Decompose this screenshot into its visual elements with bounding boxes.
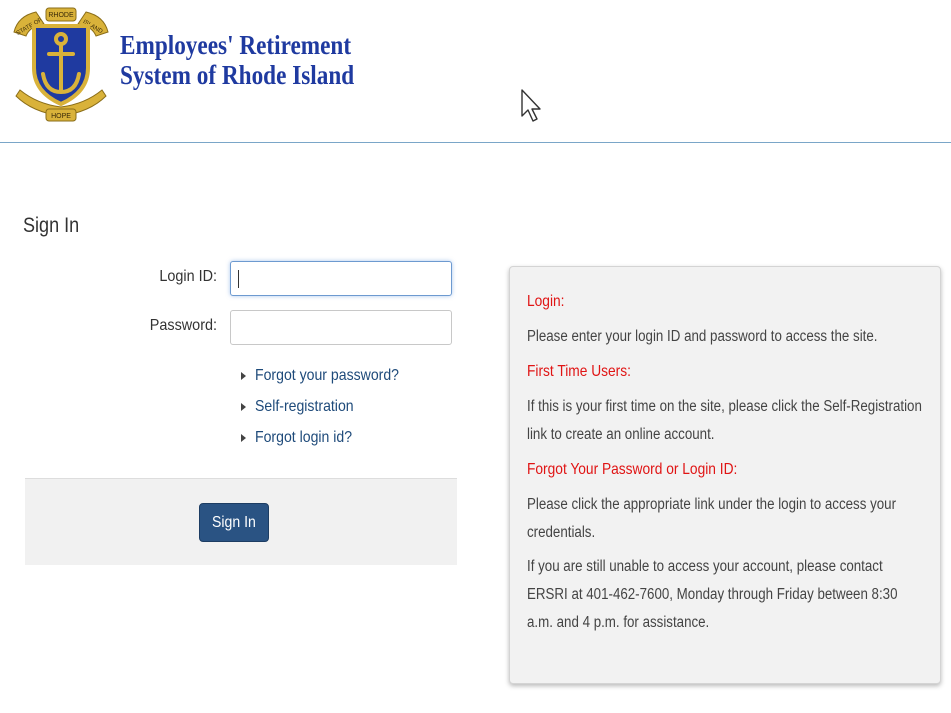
signin-heading: Sign In — [23, 214, 80, 237]
text-caret — [238, 270, 239, 288]
svg-text:RHODE: RHODE — [48, 12, 74, 19]
password-label: Password: — [149, 317, 217, 334]
self-registration-link[interactable]: Self-registration — [255, 398, 354, 416]
first-time-users-heading: First Time Users: — [527, 363, 631, 380]
forgot-credentials-heading: Forgot Your Password or Login ID: — [527, 461, 738, 478]
ersri-seal-logo: RHODE STATE OF ISLAND HOPE — [13, 7, 109, 122]
triangle-right-icon — [241, 433, 246, 442]
first-time-users-text: If this is your first time on the site, … — [527, 398, 922, 443]
self-registration-row: Self-registration — [241, 391, 419, 422]
triangle-right-icon — [241, 371, 246, 380]
login-help-heading: Login: — [527, 293, 565, 310]
signin-links: Forgot your password? Self-registration … — [241, 360, 419, 453]
forgot-credentials-text: Please click the appropriate link under … — [527, 496, 897, 541]
org-title-line-1: Employees' Retirement — [120, 30, 352, 60]
svg-text:HOPE: HOPE — [51, 113, 71, 120]
contact-text: If you are still unable to access your a… — [527, 558, 898, 631]
triangle-right-icon — [241, 402, 246, 411]
mouse-pointer-icon — [521, 89, 541, 122]
forgot-login-id-row: Forgot login id? — [241, 422, 419, 453]
org-title: Employees' Retirement System of Rhode Is… — [120, 30, 354, 90]
login-help-text: Please enter your login ID and password … — [527, 328, 878, 345]
signin-button-label: Sign In — [212, 513, 256, 531]
help-info-content: Login: Please enter your login ID and pa… — [527, 291, 923, 637]
forgot-password-link[interactable]: Forgot your password? — [255, 367, 399, 385]
help-info-box: Login: Please enter your login ID and pa… — [509, 266, 941, 684]
password-input[interactable] — [230, 310, 452, 345]
site-header: RHODE STATE OF ISLAND HOPE Employees' Re… — [0, 0, 951, 143]
login-id-label: Login ID: — [159, 268, 217, 285]
forgot-password-row: Forgot your password? — [241, 360, 419, 391]
forgot-login-id-link[interactable]: Forgot login id? — [255, 429, 352, 447]
signin-button[interactable]: Sign In — [199, 503, 269, 542]
login-id-input[interactable] — [230, 261, 452, 296]
org-title-line-2: System of Rhode Island — [120, 60, 355, 90]
